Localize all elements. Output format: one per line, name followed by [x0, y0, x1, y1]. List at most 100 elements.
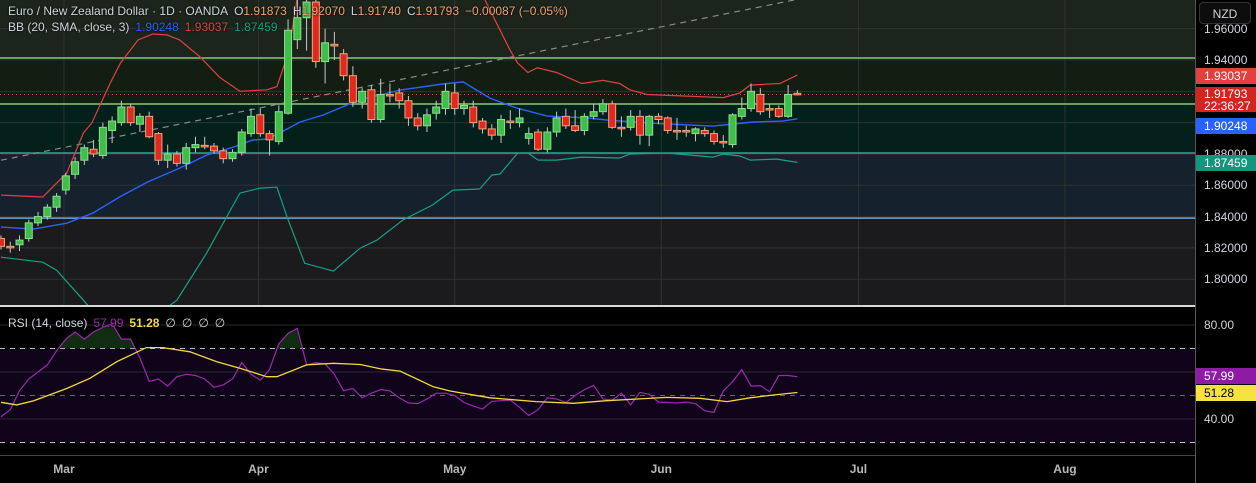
time-axis-label: Jun	[650, 462, 672, 476]
pane-separator[interactable]	[0, 305, 1256, 307]
candle-body	[534, 131, 543, 150]
candle	[154, 132, 163, 165]
candle-body	[561, 115, 570, 127]
candle-body	[367, 89, 376, 121]
bb-legend[interactable]: BB (20, SMA, close, 3) 1.90248 1.93037 1.87…	[8, 20, 284, 34]
candle-body	[228, 151, 237, 160]
candle-body	[663, 117, 672, 131]
candle-body	[358, 90, 367, 103]
candle-body	[589, 111, 598, 117]
candle-body	[321, 42, 330, 63]
candle-body	[450, 92, 459, 110]
rsi-ma-value: 51.28	[129, 316, 160, 330]
candle-body	[543, 131, 552, 150]
bb-lower-price-badge: 1.87459	[1196, 155, 1256, 171]
candle	[367, 85, 376, 123]
candle-body	[700, 129, 709, 135]
candle-body	[580, 115, 589, 131]
candle-body	[395, 92, 404, 102]
price-axis[interactable]: 40.00 80.00 1.80000 1.82000 1.84000 1.86000 1.…	[1196, 0, 1256, 483]
candle-body	[728, 114, 737, 146]
candle-body	[237, 131, 246, 153]
rsi-price-badge: 57.99	[1196, 368, 1256, 384]
candle-body	[89, 148, 98, 155]
candle-body	[737, 108, 746, 117]
time-axis-label: May	[443, 462, 467, 476]
candle	[339, 49, 348, 81]
candle-body	[256, 114, 265, 135]
candle-body	[765, 108, 774, 111]
open-value: 1.91873	[243, 4, 287, 18]
candle	[237, 128, 246, 156]
candle-body	[654, 115, 663, 121]
candle-body	[626, 115, 635, 128]
candle-body	[598, 103, 607, 113]
currency-button[interactable]: NZD	[1199, 2, 1251, 24]
candle-body	[376, 93, 385, 121]
candle-body	[145, 115, 154, 138]
candle-body	[385, 93, 394, 97]
candle-body	[163, 153, 172, 161]
candle	[534, 128, 543, 151]
candle-body	[200, 144, 209, 148]
candle-body	[126, 106, 135, 124]
candle-body	[108, 120, 117, 131]
bb-lower-value: 1.87459	[234, 20, 278, 34]
candle-body	[265, 133, 274, 141]
bb-basis-value: 1.90248	[135, 20, 179, 34]
bb-upper-price-badge: 1.93037	[1196, 68, 1256, 84]
candle-body	[672, 129, 681, 133]
candle-body	[422, 114, 431, 127]
candle-body	[469, 106, 478, 124]
rsi-ma-price-badge: 51.28	[1196, 385, 1256, 401]
candle-body	[571, 125, 580, 131]
low-value: 1.91740	[357, 4, 401, 18]
candle-body	[793, 92, 802, 96]
candle-body	[293, 17, 302, 41]
candle-body	[756, 93, 765, 113]
rsi-legend[interactable]: RSI (14, close) 57.99 51.28 ∅ ∅ ∅ ∅	[8, 316, 231, 330]
candle-body	[747, 90, 756, 110]
candle-body	[608, 103, 617, 128]
symbol-title[interactable]: Euro / New Zealand Dollar · 1D · OANDA	[8, 4, 228, 18]
close-value: 1.91793	[415, 4, 460, 18]
bar-countdown: 22:36:27	[1204, 99, 1251, 113]
price-axis-label: 1.86000	[1204, 178, 1248, 193]
price-axis-label: 1.82000	[1204, 240, 1248, 255]
time-axis-label: Aug	[1053, 462, 1077, 476]
time-axis-label: Mar	[53, 462, 75, 476]
price-axis-label: 1.80000	[1204, 272, 1248, 287]
rsi-axis-label: 40.00	[1204, 412, 1235, 426]
candle-body	[219, 150, 228, 160]
candle-body	[24, 222, 33, 240]
candle-body	[719, 140, 728, 144]
rsi-title: RSI (14, close)	[8, 316, 88, 330]
candle-body	[247, 115, 256, 135]
candle-body	[98, 126, 107, 157]
candle-body	[487, 128, 496, 136]
candle-body	[274, 111, 283, 142]
time-axis-border	[0, 455, 1195, 456]
current-price-badge: 1.91793 22:36:27	[1196, 87, 1256, 112]
candle-body	[61, 175, 70, 191]
empty-value: ∅	[165, 316, 176, 330]
candle	[274, 105, 283, 145]
change-value: −0.00087 (−0.05%)	[465, 4, 568, 18]
candle-body	[284, 29, 293, 114]
price-chart-pane[interactable]	[0, 0, 1195, 305]
candle-body	[617, 126, 626, 130]
candle-body	[432, 106, 441, 114]
empty-value: ∅	[214, 316, 226, 330]
candle	[98, 122, 107, 159]
symbol-legend: Euro / New Zealand Dollar · 1D · OANDA O1…	[8, 4, 568, 18]
candle-body	[497, 119, 506, 136]
price-axis-label: 1.84000	[1204, 209, 1248, 224]
rsi-band-fill	[0, 348, 1195, 443]
candle-body	[645, 115, 654, 136]
candle-body	[348, 75, 357, 103]
candle	[126, 103, 135, 126]
candle-body	[135, 115, 144, 125]
candle-body	[691, 128, 700, 135]
candle-body	[784, 93, 793, 117]
candle-body	[71, 161, 80, 175]
